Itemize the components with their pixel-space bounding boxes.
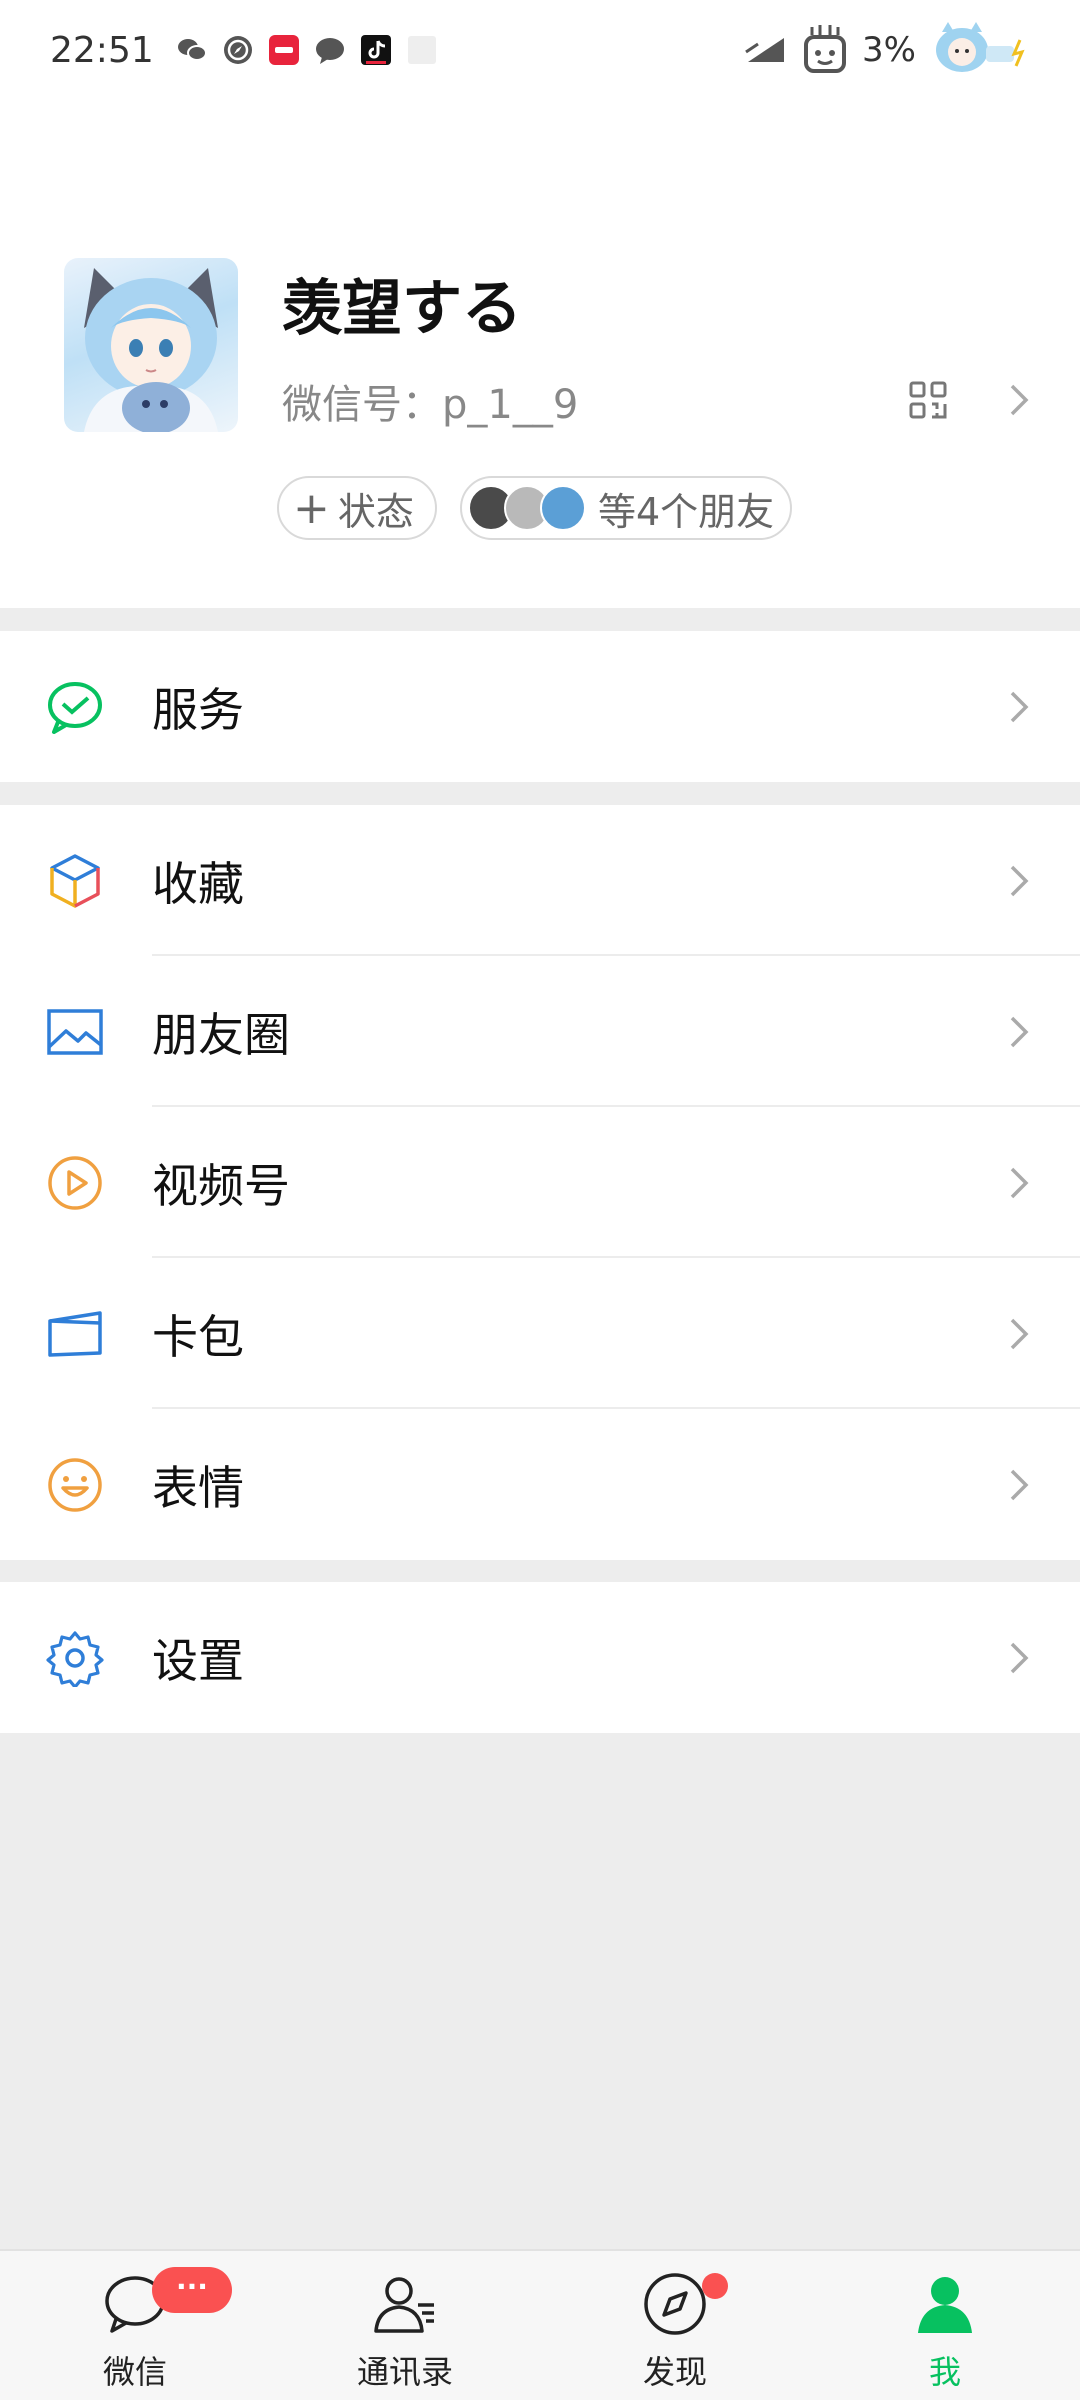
xiaohongshu-icon bbox=[268, 34, 300, 66]
menu-item-settings[interactable]: 设置 bbox=[0, 1582, 1080, 1733]
tab-label: 我 bbox=[928, 2353, 961, 2391]
chevron-right-icon bbox=[1004, 861, 1034, 901]
nickname: 羡望する bbox=[282, 274, 522, 344]
settings-group: 设置 bbox=[0, 1582, 1080, 1733]
qr-code-icon[interactable] bbox=[908, 380, 948, 420]
bottom-tab-bar: ··· 微信 通讯录 发现 我 bbox=[0, 2249, 1080, 2400]
unread-badge: ··· bbox=[152, 2267, 232, 2313]
chevron-right-icon bbox=[1004, 1163, 1034, 1203]
menu-label: 朋友圈 bbox=[152, 1007, 290, 1062]
chevron-right-icon bbox=[1004, 1638, 1034, 1678]
menu-label: 卡包 bbox=[152, 1309, 244, 1364]
friend-avatar bbox=[540, 485, 586, 531]
gear-icon bbox=[46, 1629, 104, 1687]
compass-icon bbox=[642, 2271, 708, 2337]
wallet-icon bbox=[46, 1305, 104, 1363]
chevron-right-icon bbox=[1004, 687, 1034, 727]
tab-me[interactable]: 我 bbox=[810, 2251, 1080, 2400]
friends-status-pill[interactable]: 等4个朋友 bbox=[460, 476, 792, 540]
notification-dot bbox=[702, 2273, 728, 2299]
battery-percent: 3% bbox=[862, 30, 916, 70]
contacts-icon bbox=[372, 2271, 438, 2337]
profile-card[interactable]: 羡望する 微信号：p_1__9 + 状态 等4个朋友 bbox=[0, 100, 1080, 608]
add-status-button[interactable]: + 状态 bbox=[277, 476, 437, 540]
tab-label: 通讯录 bbox=[356, 2353, 453, 2391]
signal-icon bbox=[744, 34, 788, 66]
menu-label: 收藏 bbox=[152, 856, 244, 911]
tab-label: 微信 bbox=[102, 2353, 167, 2391]
wechat-id: 微信号：p_1__9 bbox=[282, 382, 579, 428]
tab-discover[interactable]: 发现 bbox=[540, 2251, 810, 2400]
compass-app-icon bbox=[222, 34, 254, 66]
menu-label: 视频号 bbox=[152, 1158, 290, 1213]
smile-icon bbox=[46, 1456, 104, 1514]
wechat-icon bbox=[176, 34, 208, 66]
message-icon bbox=[314, 34, 346, 66]
chevron-right-icon bbox=[1004, 1012, 1034, 1052]
menu-label: 表情 bbox=[152, 1460, 244, 1515]
menu-item-moments[interactable]: 朋友圈 bbox=[0, 956, 1080, 1107]
avatar[interactable] bbox=[64, 258, 238, 432]
plus-icon: + bbox=[293, 482, 330, 534]
service-group: 服务 bbox=[0, 631, 1080, 782]
status-right: 3% bbox=[744, 20, 1030, 80]
screen: 22:51 3% 羡望する 微信号：p_1__9 + 状态 等4个朋友 服务 收… bbox=[0, 0, 1080, 2400]
status-button-label: 状态 bbox=[337, 489, 414, 534]
robot-mascot-icon bbox=[802, 23, 848, 77]
chevron-right-icon[interactable] bbox=[1004, 380, 1034, 420]
menu-item-favorites[interactable]: 收藏 bbox=[0, 805, 1080, 956]
friends-pill-label: 等4个朋友 bbox=[598, 489, 775, 534]
menu-item-channels[interactable]: 视频号 bbox=[0, 1107, 1080, 1258]
tab-label: 发现 bbox=[642, 2353, 707, 2391]
blank-app-icon bbox=[406, 34, 438, 66]
status-time: 22:51 bbox=[50, 29, 154, 71]
anime-girl-battery-icon bbox=[930, 20, 1030, 80]
menu-label: 设置 bbox=[152, 1633, 244, 1688]
status-bar: 22:51 3% bbox=[0, 0, 1080, 100]
service-icon bbox=[46, 678, 104, 736]
menu-item-stickers[interactable]: 表情 bbox=[0, 1409, 1080, 1560]
person-icon bbox=[912, 2271, 978, 2337]
picture-icon bbox=[46, 1003, 104, 1061]
cube-icon bbox=[46, 852, 104, 910]
play-circle-icon bbox=[46, 1154, 104, 1212]
chevron-right-icon bbox=[1004, 1314, 1034, 1354]
menu-label: 服务 bbox=[152, 682, 244, 737]
features-group: 收藏 朋友圈 视频号 卡包 表情 bbox=[0, 805, 1080, 1560]
tab-contacts[interactable]: 通讯录 bbox=[270, 2251, 540, 2400]
notification-icons bbox=[176, 34, 438, 66]
tab-chats[interactable]: ··· 微信 bbox=[0, 2251, 270, 2400]
tiktok-icon bbox=[360, 34, 392, 66]
menu-item-cards[interactable]: 卡包 bbox=[0, 1258, 1080, 1409]
menu-item-service[interactable]: 服务 bbox=[0, 631, 1080, 782]
chevron-right-icon bbox=[1004, 1465, 1034, 1505]
